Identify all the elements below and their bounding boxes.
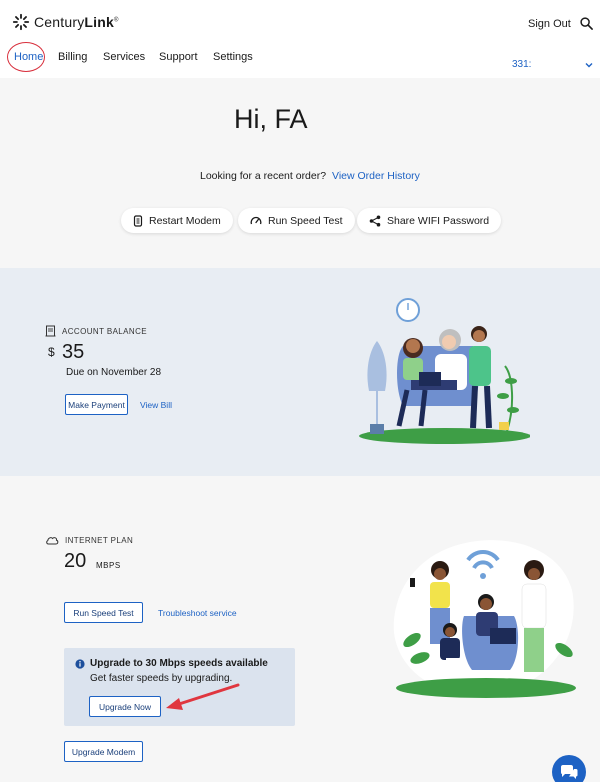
search-icon[interactable] <box>580 17 593 30</box>
troubleshoot-service-link[interactable]: Troubleshoot service <box>158 608 237 618</box>
currency-symbol: $ <box>48 345 55 359</box>
restart-modem-button[interactable]: Restart Modem <box>121 208 233 233</box>
run-speed-test-button[interactable]: Run Speed Test <box>64 602 143 623</box>
restart-modem-label: Restart Modem <box>149 214 221 227</box>
view-order-history-link[interactable]: View Order History <box>332 170 420 182</box>
internet-plan-label: INTERNET PLAN <box>45 535 133 545</box>
sign-out-link[interactable]: Sign Out <box>528 18 571 30</box>
centurylink-burst-icon <box>12 13 30 31</box>
plan-speed-unit: MBPS <box>96 561 121 570</box>
chat-bubbles-icon <box>561 765 578 779</box>
recent-order-text: Looking for a recent order? <box>200 170 327 182</box>
chat-button[interactable] <box>552 755 586 782</box>
logo-text-bold: Link <box>84 14 115 30</box>
account-balance-title: ACCOUNT BALANCE <box>62 326 147 336</box>
account-selector[interactable]: 331: <box>512 59 531 70</box>
chevron-down-icon[interactable] <box>585 61 593 69</box>
run-speed-test-pill[interactable]: Run Speed Test <box>238 208 355 233</box>
greeting-heading: Hi, FA <box>234 104 308 134</box>
recent-order-prompt: Looking for a recent order? View Order H… <box>200 170 420 182</box>
view-bill-link[interactable]: View Bill <box>140 400 172 410</box>
internet-plan-title: INTERNET PLAN <box>65 535 134 545</box>
make-payment-button[interactable]: Make Payment <box>65 394 128 415</box>
nav-home[interactable]: Home <box>14 51 43 63</box>
share-icon <box>369 215 381 226</box>
centurylink-logo[interactable]: CenturyLink® <box>12 13 119 31</box>
logo-wordmark: CenturyLink® <box>34 14 119 30</box>
red-arrow-annotation <box>166 683 240 710</box>
info-icon <box>75 659 85 669</box>
nav-billing[interactable]: Billing <box>58 51 87 63</box>
modem-icon <box>133 214 143 227</box>
plan-speed-value: 20 <box>64 550 87 572</box>
due-date: Due on November 28 <box>66 367 162 378</box>
site-header: CenturyLink® Sign Out Home Billing Servi… <box>0 0 600 78</box>
logo-text-light: Century <box>34 14 85 30</box>
run-speed-test-pill-label: Run Speed Test <box>268 214 343 227</box>
family-illustration <box>359 298 530 444</box>
share-wifi-password-button[interactable]: Share WIFI Password <box>357 208 502 233</box>
speedometer-icon <box>250 216 262 225</box>
nav-settings[interactable]: Settings <box>213 51 253 63</box>
upgrade-modem-button[interactable]: Upgrade Modem <box>64 741 143 762</box>
nav-services[interactable]: Services <box>103 51 145 63</box>
cloud-icon <box>46 537 59 545</box>
wifi-people-illustration <box>393 540 576 698</box>
nav-support[interactable]: Support <box>159 51 198 63</box>
bill-icon <box>45 325 56 337</box>
upgrade-offer-title: Upgrade to 30 Mbps speeds available <box>90 658 268 669</box>
upgrade-now-button[interactable]: Upgrade Now <box>89 696 161 717</box>
trademark-mark: ® <box>114 17 119 24</box>
account-balance-label: ACCOUNT BALANCE <box>45 325 147 337</box>
balance-amount: 35 <box>62 341 85 363</box>
share-wifi-password-label: Share WIFI Password <box>387 214 490 227</box>
